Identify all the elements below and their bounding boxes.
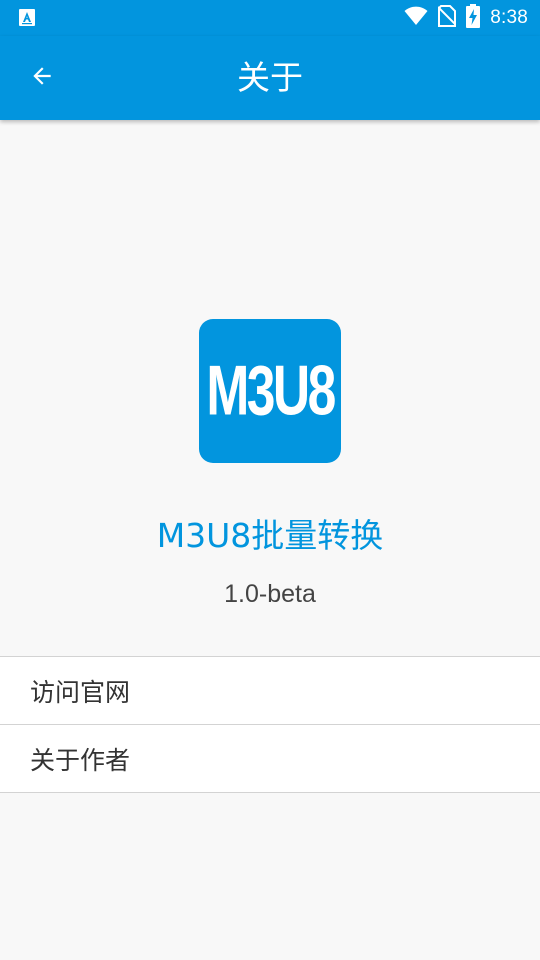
app-logo: M3U8 <box>199 319 341 463</box>
status-icons: 8:38 <box>404 0 528 36</box>
app-name: M3U8批量转换 <box>156 516 384 555</box>
app-bar: 关于 <box>0 36 540 120</box>
about-menu-list: 访问官网 关于作者 <box>0 656 540 793</box>
page-title: 关于 <box>237 58 303 97</box>
status-bar: 8:38 <box>0 0 540 36</box>
about-screen: 8:38 关于 M3U8 M3U8批量转换 1.0-beta 访问官网 关于作者 <box>0 0 540 960</box>
menu-item-visit-website[interactable]: 访问官网 <box>0 657 540 725</box>
menu-item-about-author[interactable]: 关于作者 <box>0 725 540 793</box>
app-logo-text: M3U8 <box>206 350 336 430</box>
status-time: 8:38 <box>490 7 528 28</box>
app-version: 1.0-beta <box>224 580 316 608</box>
menu-item-label: 访问官网 <box>30 677 131 707</box>
android-notification-icon <box>19 9 35 26</box>
wifi-icon <box>404 6 428 30</box>
no-sim-icon <box>437 5 457 31</box>
menu-item-label: 关于作者 <box>30 745 131 775</box>
battery-charging-icon <box>466 4 481 32</box>
